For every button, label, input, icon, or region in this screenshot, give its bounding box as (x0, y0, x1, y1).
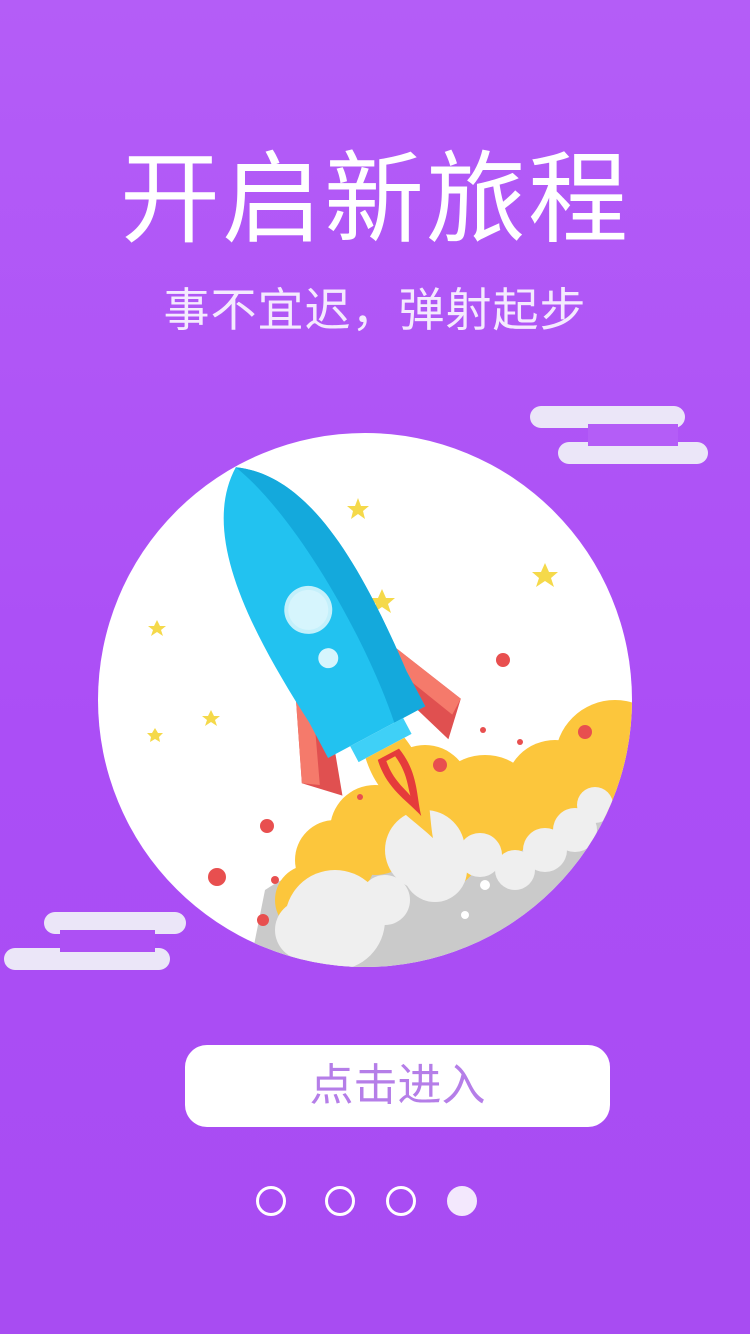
cloud-bottom-left-icon (4, 912, 186, 970)
page-dot-3[interactable] (386, 1186, 416, 1216)
page-dot-4-active[interactable] (447, 1186, 477, 1216)
page-subtitle: 事不宜迟，弹射起步 (163, 283, 587, 337)
page-dot-1[interactable] (256, 1186, 286, 1216)
page-title: 开启新旅程 (120, 141, 630, 258)
page-dot-2[interactable] (325, 1186, 355, 1216)
enter-button[interactable]: 点击进入 (185, 1045, 610, 1127)
page-indicator (0, 1186, 750, 1218)
rocket-launch-illustration (98, 433, 632, 967)
